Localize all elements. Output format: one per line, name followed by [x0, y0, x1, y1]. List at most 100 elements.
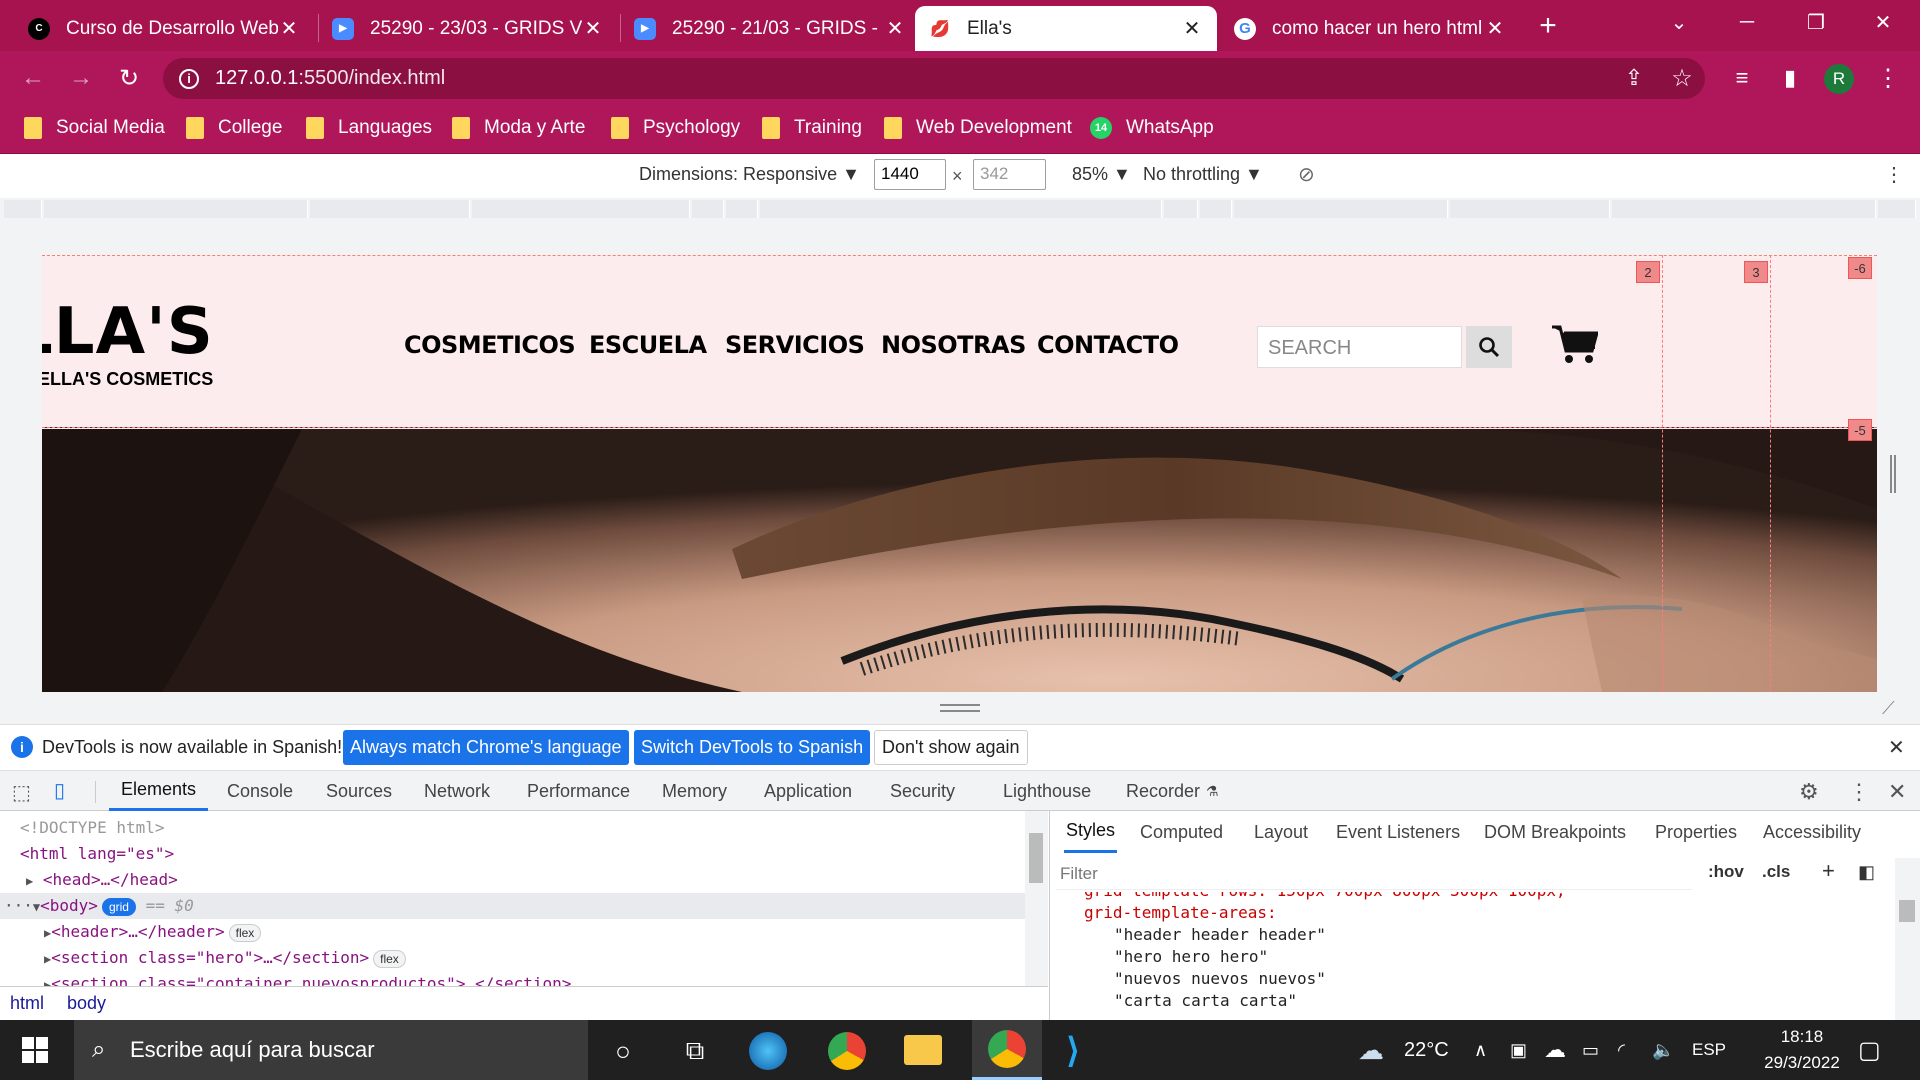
site-info-icon[interactable]: i: [179, 68, 199, 89]
css-areas-line[interactable]: grid-template-areas:: [1084, 902, 1277, 924]
new-tab-button[interactable]: +: [1528, 8, 1568, 44]
media-query-segment[interactable]: [1450, 200, 1610, 218]
windows-start-icon[interactable]: [22, 1037, 48, 1068]
tab-curso[interactable]: C Curso de Desarrollo Web ✕: [14, 6, 314, 51]
computed-sidebar-icon[interactable]: ◧: [1858, 862, 1875, 883]
close-icon[interactable]: ✕: [1181, 16, 1203, 41]
bookmark-whatsapp[interactable]: 14 WhatsApp: [1090, 113, 1214, 143]
ellipsis-icon[interactable]: ···: [4, 896, 33, 915]
nav-cosmeticos[interactable]: COSMETICOS: [404, 331, 576, 359]
address-bar[interactable]: i 127.0.0.1:5500/index.html: [163, 58, 1705, 99]
nav-contacto[interactable]: CONTACTO: [1037, 331, 1179, 359]
close-icon[interactable]: ✕: [884, 16, 906, 41]
window-close-icon[interactable]: ✕: [1852, 0, 1914, 44]
notifications-icon[interactable]: ▢: [1858, 1020, 1881, 1080]
edge-icon[interactable]: [749, 1032, 787, 1070]
device-menu-kebab-icon[interactable]: ⋮: [1884, 162, 1904, 187]
bookmark-web-development[interactable]: Web Development: [884, 113, 1072, 143]
flex-badge[interactable]: flex: [228, 924, 262, 942]
grid-badge[interactable]: grid: [101, 898, 136, 916]
rotate-icon[interactable]: ⊘: [1298, 162, 1315, 187]
file-explorer-icon[interactable]: [904, 1035, 942, 1065]
tab-lighthouse[interactable]: Lighthouse: [1003, 771, 1091, 811]
dom-html[interactable]: <html lang="es">: [0, 841, 1025, 867]
bookmark-psychology[interactable]: Psychology: [611, 113, 740, 143]
tab-google[interactable]: G como hacer un hero html ✕: [1220, 6, 1520, 51]
breadcrumb-body[interactable]: body: [67, 993, 106, 1014]
dom-body[interactable]: ···▼<body> grid == $0: [0, 893, 1025, 919]
tab-grids-2[interactable]: ▶ 25290 - 21/03 - GRIDS - 2 ✕: [620, 6, 920, 51]
tab-recorder[interactable]: Recorder ⚗: [1126, 771, 1219, 811]
dom-doctype[interactable]: <!DOCTYPE html>: [0, 815, 1025, 841]
media-query-segment[interactable]: [1164, 200, 1198, 218]
back-icon[interactable]: ←: [13, 58, 53, 98]
weather-temp[interactable]: 22°C: [1404, 1020, 1449, 1080]
devtools-close-icon[interactable]: ✕: [1888, 779, 1906, 805]
tab-memory[interactable]: Memory: [662, 771, 727, 811]
vscode-icon[interactable]: ⟩: [1050, 1028, 1096, 1074]
media-query-segment[interactable]: [1234, 200, 1448, 218]
tab-computed[interactable]: Computed: [1140, 811, 1223, 853]
switch-spanish-button[interactable]: Switch DevTools to Spanish: [634, 730, 871, 765]
css-area-row[interactable]: "hero hero hero": [1114, 946, 1268, 968]
expand-triangle-icon[interactable]: ▶: [26, 874, 33, 888]
dimensions-select[interactable]: Dimensions: Responsive ▼: [639, 164, 860, 185]
tab-grids-v2[interactable]: ▶ 25290 - 23/03 - GRIDS V2 ✕: [318, 6, 618, 51]
scrollbar-thumb[interactable]: [1899, 900, 1915, 922]
device-toggle-icon[interactable]: ▯: [54, 778, 65, 803]
media-query-segment[interactable]: [310, 200, 470, 218]
volume-icon[interactable]: 🔈: [1652, 1020, 1674, 1080]
bookmark-training[interactable]: Training: [762, 113, 862, 143]
tab-performance[interactable]: Performance: [527, 771, 630, 811]
profile-avatar[interactable]: R: [1824, 64, 1854, 94]
tab-accessibility[interactable]: Accessibility: [1763, 811, 1861, 853]
css-rows-line[interactable]: grid-template-rows: 150px 700px 800px 30…: [1084, 892, 1566, 902]
media-query-segment[interactable]: [472, 200, 690, 218]
viewport-resize-handle-right[interactable]: [1890, 455, 1896, 493]
bookmark-moda-arte[interactable]: Moda y Arte: [452, 113, 585, 143]
devtools-menu-icon[interactable]: ⋮: [1848, 779, 1870, 805]
nav-servicios[interactable]: SERVICIOS: [725, 331, 865, 359]
nav-escuela[interactable]: ESCUELA: [589, 331, 707, 359]
clock[interactable]: 18:18 29/3/2022: [1750, 1024, 1854, 1076]
onedrive-icon[interactable]: ☁: [1544, 1020, 1566, 1080]
tab-ellas[interactable]: 💋 Ella's ✕: [915, 6, 1217, 51]
battery-icon[interactable]: ▭: [1582, 1020, 1599, 1080]
tab-security[interactable]: Security: [890, 771, 955, 811]
tab-application[interactable]: Application: [764, 771, 852, 811]
reading-list-icon[interactable]: ≡: [1722, 58, 1762, 98]
dom-hero-section[interactable]: ▶<section class="hero">…</section> flex: [0, 945, 1025, 971]
styles-filter-input[interactable]: Filter: [1056, 858, 1692, 890]
share-icon[interactable]: ⇪: [1614, 58, 1654, 98]
media-query-segment[interactable]: [4, 200, 42, 218]
inspect-element-icon[interactable]: ⬚: [12, 780, 31, 805]
bookmark-languages[interactable]: Languages: [306, 113, 432, 143]
bookmark-star-icon[interactable]: ☆: [1662, 58, 1702, 98]
css-area-row[interactable]: "nuevos nuevos nuevos": [1114, 968, 1326, 990]
breadcrumb-html[interactable]: html: [10, 993, 44, 1014]
settings-gear-icon[interactable]: ⚙: [1799, 779, 1819, 805]
new-rule-icon[interactable]: +: [1822, 858, 1835, 884]
match-language-button[interactable]: Always match Chrome's language: [343, 730, 629, 765]
width-input[interactable]: 1440: [874, 159, 946, 190]
reload-icon[interactable]: ↻: [109, 58, 149, 98]
viewport-resize-handle-bottom[interactable]: [940, 704, 980, 712]
tab-sources[interactable]: Sources: [326, 771, 392, 811]
meet-icon[interactable]: ▣: [1510, 1020, 1527, 1080]
chrome-profile-taskbar-button[interactable]: [972, 1020, 1042, 1080]
tab-dom-breakpoints[interactable]: DOM Breakpoints: [1484, 811, 1626, 853]
site-search-button[interactable]: [1466, 326, 1512, 368]
height-input[interactable]: 342: [973, 159, 1046, 190]
tab-search-icon[interactable]: ⌄: [1648, 0, 1710, 44]
close-icon[interactable]: ✕: [582, 16, 604, 41]
hov-toggle[interactable]: :hov: [1708, 862, 1744, 882]
tray-chevron-icon[interactable]: ∧: [1474, 1020, 1487, 1080]
tab-console[interactable]: Console: [227, 771, 293, 811]
site-logo[interactable]: LLA'S: [42, 295, 214, 369]
bookmark-college[interactable]: College: [186, 113, 282, 143]
styles-scrollbar[interactable]: [1895, 858, 1920, 1020]
viewport-resize-corner-icon[interactable]: ⟋: [1882, 698, 1895, 719]
tab-network[interactable]: Network: [424, 771, 490, 811]
throttling-select[interactable]: No throttling ▼: [1143, 164, 1263, 185]
chrome-icon[interactable]: [828, 1032, 866, 1070]
